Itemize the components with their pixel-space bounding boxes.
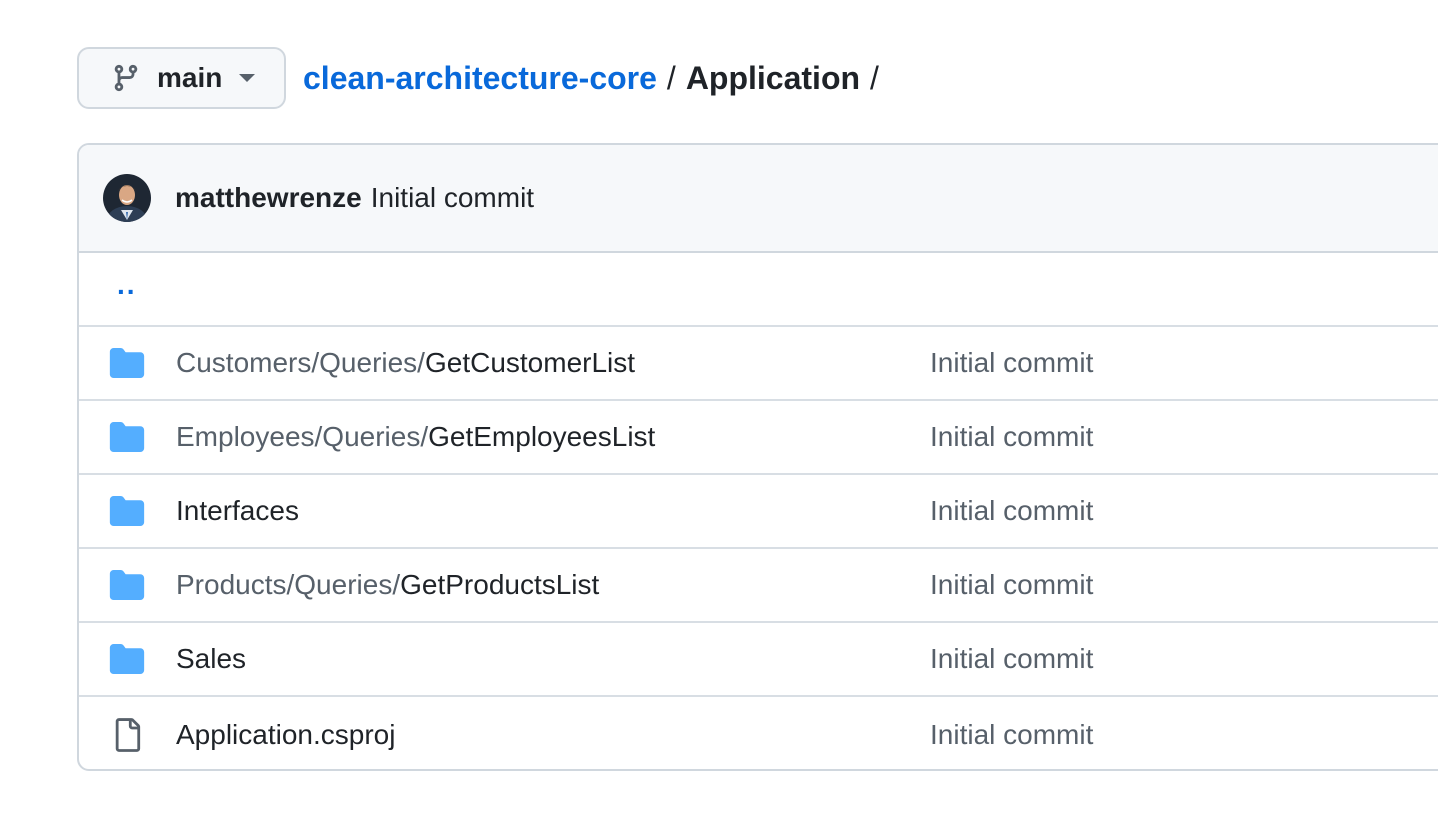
folder-row[interactable]: Interfaces Initial commit — [79, 475, 1438, 549]
parent-directory-link[interactable]: .. — [117, 269, 137, 301]
breadcrumb-repo-link[interactable]: clean-architecture-core — [303, 60, 657, 97]
breadcrumb-current-folder: Application — [685, 59, 861, 96]
item-name: Interfaces — [176, 495, 299, 526]
branch-name: main — [157, 62, 223, 93]
file-icon — [109, 717, 145, 753]
avatar[interactable] — [103, 174, 151, 222]
folder-link[interactable]: Customers/Queries/GetCustomerList — [176, 347, 635, 379]
commit-message-link[interactable]: Initial commit — [930, 421, 1093, 453]
commit-message-link[interactable]: Initial commit — [930, 719, 1093, 751]
file-link[interactable]: Application.csproj — [176, 719, 395, 751]
folder-icon-svg — [109, 348, 145, 378]
folder-icon — [109, 345, 145, 381]
path-prefix: Customers/Queries/ — [176, 347, 425, 378]
folder-icon-svg — [109, 570, 145, 600]
latest-commit-bar: matthewrenze Initial commit — [79, 145, 1438, 253]
folder-icon — [109, 641, 145, 677]
parent-directory-row[interactable]: .. — [79, 253, 1438, 327]
commit-message-link[interactable]: Initial commit — [930, 347, 1093, 379]
folder-icon — [109, 567, 145, 603]
folder-icon-svg — [109, 496, 145, 526]
folder-link[interactable]: Interfaces — [176, 495, 299, 527]
item-name: GetEmployeesList — [428, 421, 656, 452]
folder-icon — [109, 419, 145, 455]
path-prefix: Products/Queries/ — [176, 569, 401, 600]
file-browser: matthewrenze Initial commit .. Customers… — [77, 143, 1438, 771]
item-name: Application.csproj — [176, 719, 396, 750]
commit-message-link[interactable]: Initial commit — [930, 495, 1093, 527]
folder-link[interactable]: Sales — [176, 643, 246, 675]
folder-row[interactable]: Employees/Queries/GetEmployeesList Initia… — [79, 401, 1438, 475]
file-icon-svg — [115, 718, 141, 752]
commit-message-link[interactable]: Initial commit — [930, 643, 1093, 675]
caret-down-icon — [238, 73, 256, 83]
item-name: GetProductsList — [400, 569, 600, 600]
item-name: Sales — [176, 643, 247, 674]
folder-icon-svg — [109, 644, 145, 674]
file-row[interactable]: Application.csproj Initial commit — [79, 697, 1438, 769]
repo-navigation: main clean-architecture-core / Applicati… — [77, 47, 889, 109]
commit-message-link[interactable]: Initial commit — [930, 569, 1093, 601]
folder-icon-svg — [109, 422, 145, 452]
folder-row[interactable]: Products/Queries/GetProductsList Initial … — [79, 549, 1438, 623]
branch-selector-button[interactable]: main — [77, 47, 286, 109]
path-prefix: Employees/Queries/ — [176, 421, 429, 452]
folder-row[interactable]: Sales Initial commit — [79, 623, 1438, 697]
folder-icon — [109, 493, 145, 529]
breadcrumb-trailing-separator: / — [870, 59, 879, 96]
commit-message[interactable]: Initial commit — [371, 182, 534, 214]
item-name: GetCustomerList — [424, 347, 636, 378]
folder-row[interactable]: Customers/Queries/GetCustomerList Initial… — [79, 327, 1438, 401]
commit-author[interactable]: matthewrenze — [175, 182, 362, 214]
folder-link[interactable]: Employees/Queries/GetEmployeesList — [176, 421, 655, 453]
breadcrumb-separator: / — [666, 59, 676, 96]
breadcrumb: clean-architecture-core / Application / — [303, 60, 889, 97]
folder-link[interactable]: Products/Queries/GetProductsList — [176, 569, 599, 601]
git-branch-icon — [111, 63, 141, 93]
